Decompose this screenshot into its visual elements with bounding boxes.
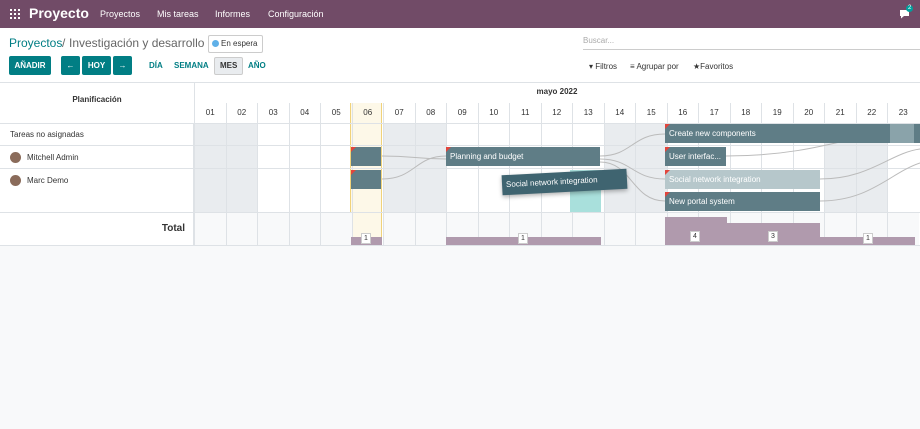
breadcrumb-current: Investigación y desarrollo <box>69 36 205 50</box>
chat-badge: 2 <box>906 5 914 12</box>
project-status-button[interactable]: En espera <box>208 35 264 53</box>
favorites-button[interactable]: ★Favoritos <box>693 62 733 71</box>
gantt-view: Planificación mayo 2022 01 02 03 04 05 06 07 08… <box>0 83 920 246</box>
group-by-label: Agrupar por <box>636 62 679 71</box>
breadcrumb-parent[interactable]: Proyectos <box>9 37 62 50</box>
task-user-interface[interactable]: User interfac... <box>665 147 726 166</box>
total-count: 1 <box>361 233 371 244</box>
menu-mis-tareas[interactable]: Mis tareas <box>157 9 199 19</box>
task-marc-short[interactable] <box>351 170 381 189</box>
task-create-components[interactable]: Create new components <box>665 124 920 143</box>
menu-informes[interactable]: Informes <box>215 9 250 19</box>
scale-day-button[interactable]: DÍA <box>149 58 163 74</box>
status-label: En espera <box>221 39 258 48</box>
menu-configuracion[interactable]: Configuración <box>268 9 324 19</box>
status-dot-icon <box>212 40 219 47</box>
top-navbar: Proyecto Proyectos Mis tareas Informes C… <box>0 0 920 28</box>
filters-label: Filtros <box>595 62 618 71</box>
app-brand[interactable]: Proyecto <box>29 6 89 21</box>
task-planning-budget[interactable]: Planning and budget <box>446 147 600 166</box>
scale-year-button[interactable]: AÑO <box>248 58 266 74</box>
filters-button[interactable]: ▾ Filtros <box>589 62 617 71</box>
task-social-network[interactable]: Social network integration <box>665 170 820 189</box>
add-button[interactable]: AÑADIR <box>9 56 51 75</box>
total-count: 1 <box>518 233 528 244</box>
total-count: 3 <box>768 231 778 242</box>
group-by-button[interactable]: ≡ Agrupar por <box>630 62 679 71</box>
today-button[interactable]: HOY <box>82 56 111 75</box>
control-panel: Proyectos / Investigación y desarrollo E… <box>0 28 920 83</box>
favorites-label: Favoritos <box>700 62 734 71</box>
menu-proyectos[interactable]: Proyectos <box>100 9 140 19</box>
apps-menu-icon[interactable] <box>10 9 20 19</box>
total-label: Total <box>0 213 194 245</box>
scale-week-button[interactable]: SEMANA <box>174 58 209 74</box>
search-input[interactable]: Buscar... <box>583 36 920 50</box>
scale-month-button[interactable]: MES <box>214 57 244 75</box>
next-arrow-icon[interactable]: → <box>113 56 132 75</box>
total-count: 1 <box>863 233 873 244</box>
task-overflow-indicator <box>890 124 914 143</box>
total-count: 4 <box>690 231 700 242</box>
filter-icon: ▾ <box>589 62 594 71</box>
task-mitchell-short[interactable] <box>351 147 381 166</box>
prev-arrow-icon[interactable]: ← <box>61 56 80 75</box>
task-new-portal[interactable]: New portal system <box>665 192 820 211</box>
group-by-icon: ≡ <box>630 62 635 71</box>
breadcrumb-separator: / <box>62 36 66 50</box>
